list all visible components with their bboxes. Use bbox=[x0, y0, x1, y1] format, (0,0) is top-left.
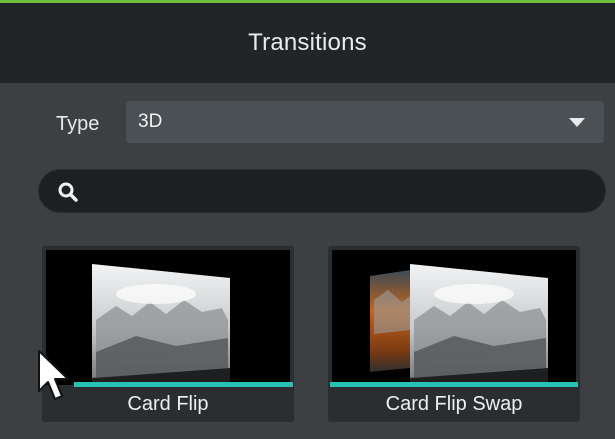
panel-header: Transitions bbox=[0, 3, 615, 83]
tile-selection-bar bbox=[74, 382, 293, 387]
search-icon bbox=[58, 182, 78, 202]
search-input[interactable] bbox=[91, 176, 595, 208]
transitions-panel: Transitions Type 3D Card Flip Card Flip … bbox=[0, 0, 615, 439]
transition-label: Card Flip bbox=[127, 393, 209, 415]
type-filter-row: Type bbox=[56, 105, 118, 143]
type-dropdown-value: 3D bbox=[138, 111, 163, 132]
transition-tile-card-flip[interactable]: Card Flip bbox=[42, 246, 294, 422]
type-label: Type bbox=[56, 112, 100, 135]
search-box[interactable] bbox=[38, 169, 606, 213]
card-flip-thumbnail bbox=[46, 250, 290, 385]
transition-label: Card Flip Swap bbox=[385, 393, 523, 415]
transition-tile-card-flip-swap[interactable]: Card Flip Swap bbox=[328, 246, 580, 422]
panel-title: Transitions bbox=[248, 29, 367, 56]
card-flip-swap-thumbnail bbox=[332, 250, 576, 385]
type-dropdown[interactable]: 3D bbox=[126, 101, 604, 143]
card-flip-preview-image bbox=[92, 264, 230, 385]
chevron-down-icon bbox=[569, 118, 585, 127]
tile-selection-bar bbox=[330, 382, 578, 387]
mouse-pointer-icon bbox=[38, 350, 69, 400]
card-flip-swap-preview-image bbox=[370, 264, 548, 385]
